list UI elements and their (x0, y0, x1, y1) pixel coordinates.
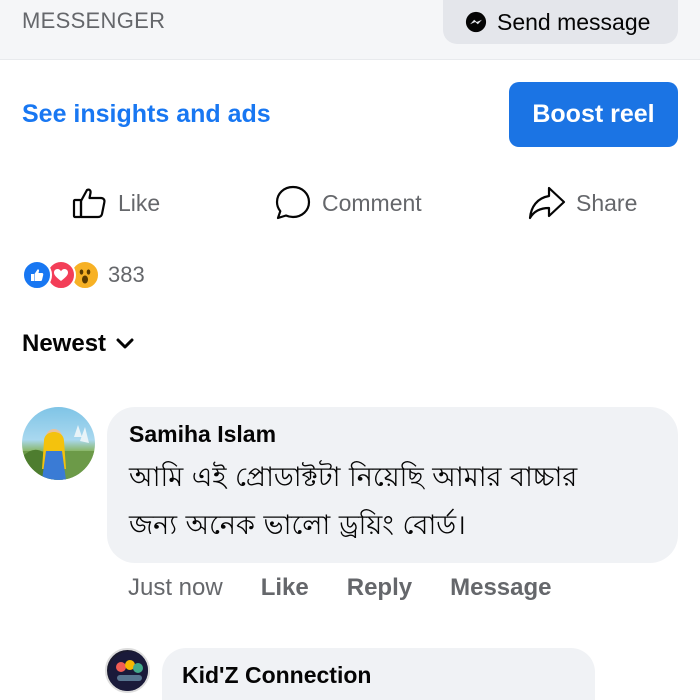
comment-like-button[interactable]: Like (261, 574, 309, 602)
chevron-down-icon (116, 338, 134, 349)
commenter-avatar[interactable] (22, 407, 95, 480)
messenger-icon (465, 11, 487, 33)
messenger-label: MESSENGER (22, 8, 166, 33)
sort-label: Newest (22, 330, 107, 357)
send-message-label: Send message (497, 8, 651, 35)
page-logo-icon (108, 651, 148, 691)
reaction-count: 383 (108, 262, 145, 287)
comment-actions: Just now Like Reply Message (128, 574, 552, 602)
boost-reel-button[interactable]: Boost reel (509, 82, 678, 147)
comment-text-line: আমি এই প্রোডাক্টটা নিয়েছি আমার বাচ্চার (129, 462, 578, 493)
comment-author[interactable]: Samiha Islam (129, 421, 656, 448)
comment-bubble: Samiha Islam আমি এই প্রোডাক্টটা নিয়েছি … (107, 407, 678, 563)
like-label: Like (118, 189, 161, 216)
comment-text: আমি এই প্রোডাক্টটা নিয়েছি আমার বাচ্চার … (129, 454, 656, 550)
reply-avatar[interactable] (105, 648, 150, 693)
see-insights-link[interactable]: See insights and ads (22, 100, 271, 129)
reply-author[interactable]: Kid'Z Connection (182, 662, 575, 689)
share-label: Share (576, 189, 638, 216)
share-icon (528, 186, 566, 220)
comment-reply-button[interactable]: Reply (347, 574, 412, 602)
comment-icon (275, 185, 311, 220)
like-button[interactable]: Like (72, 183, 160, 223)
boost-reel-label: Boost reel (532, 100, 655, 128)
comment-message-button[interactable]: Message (450, 574, 551, 602)
comment-sort-dropdown[interactable]: Newest (22, 330, 134, 358)
like-reaction-icon (22, 260, 52, 290)
thumbs-up-icon (72, 188, 106, 219)
comment-text-line: জন্য অনেক ভালো ড্রয়িং বোর্ড। (129, 510, 466, 541)
profile-photo-icon (22, 425, 95, 480)
comment-timestamp: Just now (128, 574, 223, 601)
share-button[interactable]: Share (528, 183, 637, 223)
reactions-summary[interactable]: 383 (22, 258, 145, 292)
comment-button[interactable]: Comment (274, 183, 422, 223)
messenger-section: MESSENGER Send message (0, 0, 700, 60)
reply-bubble: Kid'Z Connection (162, 648, 595, 700)
comment-label: Comment (322, 189, 422, 216)
send-message-button[interactable]: Send message (443, 0, 678, 44)
